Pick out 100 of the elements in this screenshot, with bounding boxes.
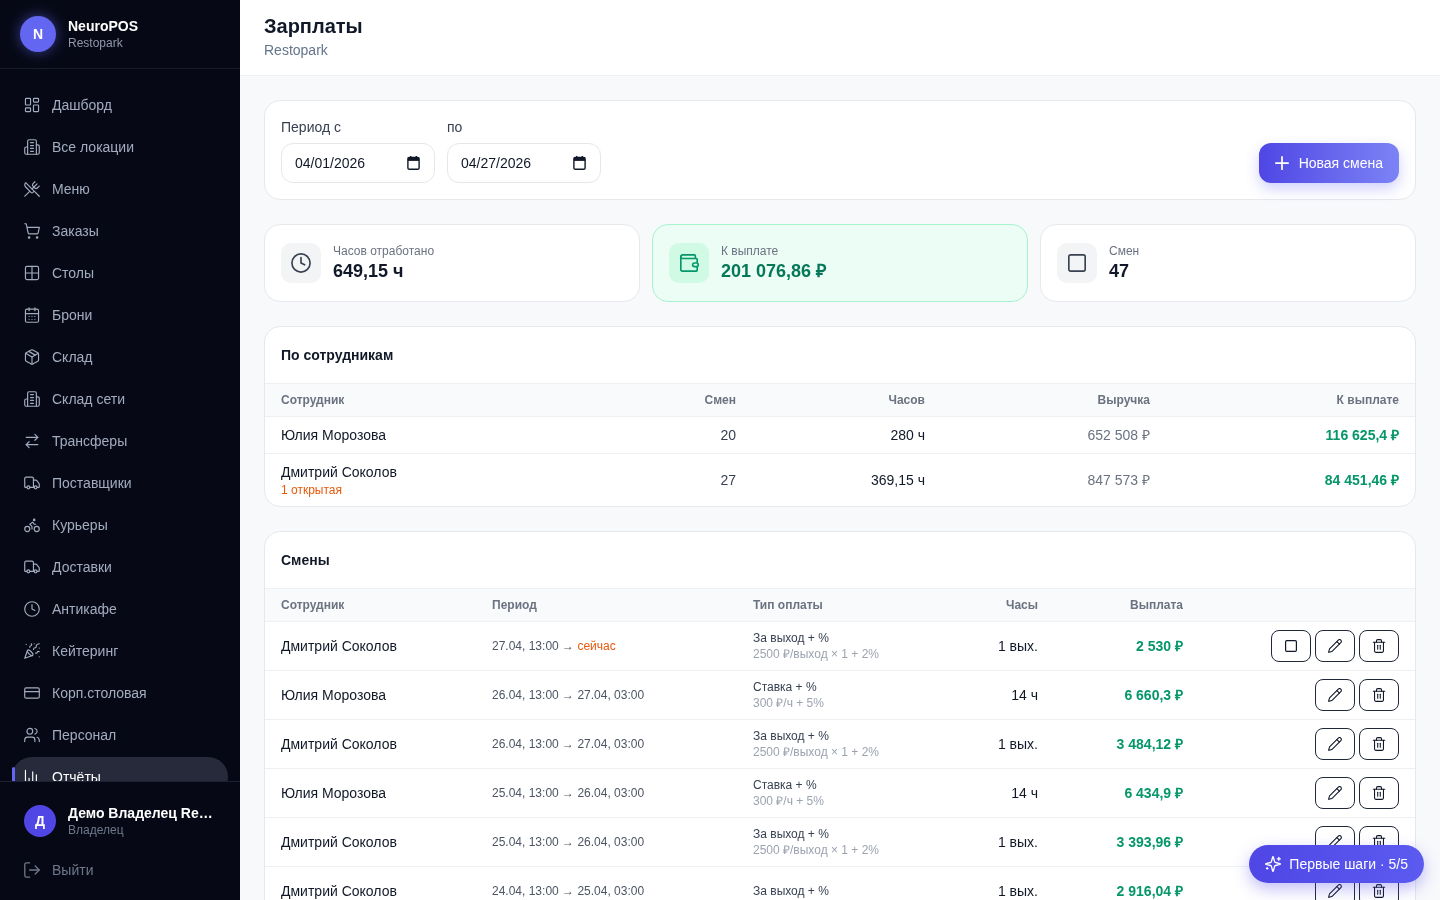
pay-type: Ставка + % <box>753 679 817 695</box>
edit-button[interactable] <box>1315 777 1355 809</box>
period-text: 26.04, 13:00 → 27.04, 03:00 <box>491 687 646 703</box>
nav-item[interactable]: Доставки <box>12 547 228 587</box>
employee-name: Юлия Морозова <box>280 686 388 705</box>
nav-item[interactable]: Поставщики <box>12 463 228 503</box>
bicycle-icon <box>24 517 40 533</box>
square-icon <box>1057 243 1097 283</box>
table-cell-text: 1 вых. <box>996 735 1039 754</box>
building-icon <box>24 391 40 407</box>
dashboard-grid-icon <box>24 97 40 113</box>
nav-item[interactable]: Брони <box>12 295 228 335</box>
trash-icon <box>1372 737 1386 751</box>
nav-item[interactable]: Курьеры <box>12 505 228 545</box>
employee-name: Дмитрий Соколов <box>280 882 398 900</box>
edit-button[interactable] <box>1315 679 1355 711</box>
table-cell-text: 2 530 ₽ <box>1135 637 1184 656</box>
date-field[interactable]: 04/27/2026 <box>447 143 601 183</box>
pencil-icon <box>1328 737 1342 751</box>
nav-item[interactable]: Меню <box>12 169 228 209</box>
new-shift-button[interactable]: Новая смена <box>1258 143 1399 183</box>
pencil-icon <box>1328 884 1342 898</box>
cart-icon <box>24 223 40 239</box>
table-cell-text: 3 393,96 ₽ <box>1115 833 1184 852</box>
table-cell-text: 84 451,46 ₽ <box>1323 471 1400 490</box>
box-icon <box>24 349 40 365</box>
pay-type: За выход + % <box>753 728 829 744</box>
rate-text: 300 ₽/ч + 5% <box>753 695 824 711</box>
table-cell-text: 280 ч <box>889 426 926 445</box>
table-cell-text: 3 484,12 ₽ <box>1115 735 1184 754</box>
nav-item[interactable]: Заказы <box>12 211 228 251</box>
delete-button[interactable] <box>1359 630 1399 662</box>
table-cell-text: 6 660,3 ₽ <box>1123 686 1184 705</box>
column-header: Тип оплаты <box>752 597 824 613</box>
delete-button[interactable] <box>1359 679 1399 711</box>
nav-item[interactable]: Все локации <box>12 127 228 167</box>
nav-item[interactable]: Корп.столовая <box>12 673 228 713</box>
page-subtitle: Restopark <box>264 41 328 60</box>
column-header: Сотрудник <box>280 392 346 408</box>
first-steps-toast[interactable]: Первые шаги · 5/5 <box>1249 845 1424 883</box>
plus-icon <box>1274 156 1289 170</box>
section-title: Смены <box>280 551 331 570</box>
user-role: Владелец <box>68 822 124 838</box>
date-field[interactable]: 04/01/2026 <box>281 143 435 183</box>
pencil-icon <box>1328 639 1342 653</box>
nav-item[interactable]: Склад <box>12 337 228 377</box>
trash-icon <box>1372 688 1386 702</box>
wallet-icon <box>669 243 709 283</box>
people-icon <box>24 727 40 743</box>
stop-button[interactable] <box>1271 630 1311 662</box>
column-header: Смен <box>703 392 737 408</box>
nav-item[interactable]: Склад сети <box>12 379 228 419</box>
party-popper-icon <box>24 643 40 659</box>
calendar-icon <box>407 156 420 170</box>
employee-name: Юлия Морозова <box>281 426 387 445</box>
logout-link[interactable]: Выйти <box>12 852 228 888</box>
rate-text: 300 ₽/ч + 5% <box>753 793 824 809</box>
table-cell-text: 369,15 ч <box>870 471 926 490</box>
table-cell-text: 14 ч <box>1010 686 1039 705</box>
table-cell-text: 1 вых. <box>996 637 1039 656</box>
employee-name: Юлия Морозова <box>280 784 388 803</box>
pencil-icon <box>1328 688 1342 702</box>
table-cell-text: 2 916,04 ₽ <box>1115 882 1184 900</box>
stat-label: Часов отработано <box>333 243 435 259</box>
crossed-utensils-icon <box>24 181 40 197</box>
logout-icon <box>24 862 40 878</box>
edit-button[interactable] <box>1315 630 1355 662</box>
rate-text: 2500 ₽/выход × 1 + 2% <box>753 744 879 760</box>
nav-item[interactable]: Столы <box>12 253 228 293</box>
pay-type: За выход + % <box>753 826 829 842</box>
edit-button[interactable] <box>1315 728 1355 760</box>
grid-icon <box>24 265 40 281</box>
nav-item[interactable]: Кейтеринг <box>12 631 228 671</box>
field-label: по <box>447 118 463 137</box>
square-icon <box>1285 640 1297 652</box>
pay-type: За выход + % <box>753 630 829 646</box>
nav-item[interactable]: Трансферы <box>12 421 228 461</box>
column-header: Период <box>491 597 538 613</box>
column-header: Выручка <box>1096 392 1151 408</box>
stat-label: К выплате <box>721 243 779 259</box>
table-cell-text: 20 <box>719 426 737 445</box>
building-icon <box>24 139 40 155</box>
nav-item[interactable]: Дашборд <box>12 85 228 125</box>
bar-chart-icon <box>24 769 40 781</box>
nav-item[interactable]: Персонал <box>12 715 228 755</box>
sparkles-icon <box>1265 856 1282 872</box>
employee-name: Дмитрий Соколов <box>281 463 397 482</box>
column-header: Выплата <box>1129 597 1184 613</box>
pencil-icon <box>1328 786 1342 800</box>
table-cell-text: 652 508 ₽ <box>1086 426 1151 445</box>
stat-value: 201 076,86 ₽ <box>721 260 827 283</box>
delete-button[interactable] <box>1359 728 1399 760</box>
arrows-icon <box>24 433 40 449</box>
delete-button[interactable] <box>1359 777 1399 809</box>
clock-icon <box>281 243 321 283</box>
period-text: 25.04, 13:00 → 26.04, 03:00 <box>491 834 646 850</box>
table-cell-text: 6 434,9 ₽ <box>1123 784 1184 803</box>
user-avatar: Д <box>24 805 56 837</box>
column-header: К выплате <box>1335 392 1400 408</box>
nav-item[interactable]: Антикафе <box>12 589 228 629</box>
